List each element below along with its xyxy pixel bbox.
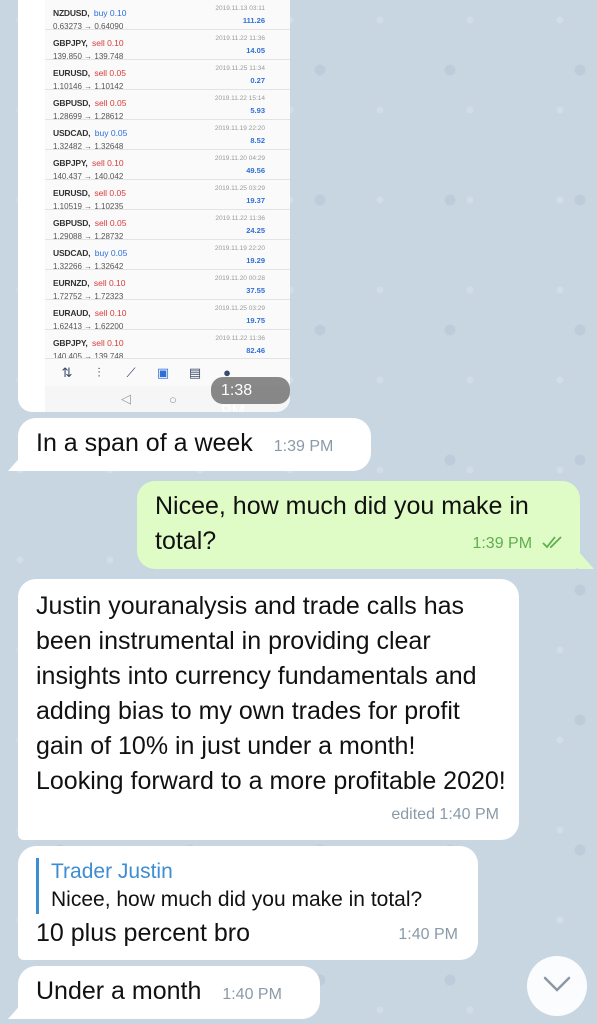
trade-side: sell 0.05 (94, 218, 127, 228)
trade-profit: 0.27 (250, 76, 265, 85)
news-icon: ▤ (188, 364, 202, 380)
trade-symbol: NZDUSD, (53, 8, 90, 18)
trade-side: sell 0.05 (94, 68, 126, 78)
trade-profit: 49.56 (246, 166, 265, 175)
trade-symbol: EURUSD, (53, 68, 90, 78)
trade-symbol: GBPJPY, (53, 38, 88, 48)
chart-icon: ⫶ (97, 364, 101, 380)
message-time: 1:40 PM (222, 986, 282, 1003)
scroll-down-button[interactable] (527, 956, 587, 1016)
trade-profit: 24.25 (246, 226, 265, 235)
trade-datetime: 2019.11.13 03:11 (215, 5, 265, 12)
incoming-message[interactable]: In a span of a week 1:39 PM (18, 418, 371, 471)
trade-row: GBPJPY, sell 0.10 140.405 → 139.748 2019.1… (45, 330, 290, 361)
trade-side: sell 0.10 (94, 308, 127, 318)
trade-symbol: USDCAD, (53, 128, 91, 138)
trade-profit: 5.93 (250, 106, 265, 115)
trade-side: sell 0.10 (91, 158, 124, 168)
trade-row: EURAUD, sell 0.10 1.62413 → 1.62200 2019.1… (45, 300, 290, 331)
trade-row: EURNZD, sell 0.10 1.72752 → 1.72323 2019.1… (45, 270, 290, 301)
trade-side: sell 0.05 (94, 188, 126, 198)
trade-icon: ⟋ (126, 364, 136, 380)
trade-datetime: 2019.11.25 11:34 (215, 65, 265, 72)
trade-datetime: 2019.11.20 04:29 (214, 155, 265, 162)
trade-row: GBPUSD, sell 0.05 1.28699 → 1.28612 2019.1… (45, 90, 290, 121)
trade-side: buy 0.10 (93, 8, 127, 18)
trade-side: sell 0.10 (93, 278, 126, 288)
message-text: Justin youranalysis and trade calls has … (36, 592, 506, 795)
trade-symbol: GBPUSD, (53, 98, 91, 108)
photo-timestamp: 1:38 PM (211, 377, 290, 412)
trade-row: GBPJPY, sell 0.10 139.850 → 139.748 2019.1… (45, 30, 290, 61)
incoming-message[interactable]: Justin youranalysis and trade calls has … (18, 579, 519, 840)
message-time: 1:39 PM (273, 438, 334, 455)
trade-datetime: 2019.11.22 11:36 (215, 215, 265, 222)
message-time: 1:39 PM (472, 535, 533, 552)
trade-symbol: GBPUSD, (53, 218, 91, 228)
trade-symbol: EURUSD, (53, 188, 90, 198)
trade-symbol: GBPJPY, (53, 158, 88, 168)
trade-row: USDCAD, buy 0.05 1.32266 → 1.32642 2019.11… (45, 240, 290, 271)
history-icon: ▣ (156, 364, 170, 380)
trade-symbol: EURAUD, (53, 308, 91, 318)
trade-profit: 82.46 (246, 346, 265, 355)
trade-symbol: GBPJPY, (53, 338, 88, 348)
trade-row: USDCAD, buy 0.05 1.32482 → 1.32648 2019.11… (45, 120, 290, 151)
trade-symbol: USDCAD, (53, 248, 91, 258)
trade-profit: 37.55 (246, 286, 265, 295)
message-text: Under a month (36, 977, 202, 1005)
trade-row: GBPJPY, sell 0.10 140.437 → 140.042 2019.1… (45, 150, 290, 181)
trade-row: EURUSD, sell 0.05 1.10519 → 1.10235 2019.1… (45, 180, 290, 211)
incoming-message[interactable]: Under a month 1:40 PM (18, 966, 320, 1019)
trade-row: EURUSD, sell 0.05 1.10146 → 1.10142 2019.1… (45, 60, 290, 91)
trade-profit: 19.75 (246, 316, 265, 325)
reply-quote[interactable]: Trader Justin Nicee, how much did you ma… (36, 858, 460, 914)
trade-datetime: 2019.11.19 22:20 (214, 245, 265, 252)
message-time: edited 1:40 PM (391, 806, 499, 823)
trade-datetime: 2019.11.19 22:20 (214, 125, 265, 132)
back-icon: ◁ (121, 391, 131, 406)
trade-row: NZDUSD, buy 0.10 0.63273 → 0.64090 2019.11… (45, 0, 290, 31)
trade-history-screenshot: NZDUSD, buy 0.10 0.63273 → 0.64090 2019.11… (45, 0, 290, 412)
quotes-icon: ⇅ (61, 364, 73, 380)
message-text: In a span of a week (36, 429, 253, 457)
reply-quoted-text: Nicee, how much did you make in total? (51, 888, 423, 911)
trade-profit: 19.29 (246, 256, 265, 265)
trade-datetime: 2019.11.25 03:29 (214, 185, 265, 192)
trade-row: GBPUSD, sell 0.05 1.29088 → 1.28732 2019.1… (45, 210, 290, 241)
trade-symbol: EURNZD, (53, 278, 90, 288)
home-icon: ○ (169, 391, 177, 407)
trade-side: sell 0.10 (91, 38, 124, 48)
trade-side: sell 0.10 (91, 338, 124, 348)
trade-profit: 111.26 (242, 16, 265, 25)
trade-profit: 19.37 (246, 196, 265, 205)
double-check-icon (542, 524, 564, 559)
trade-datetime: 2019.11.25 03:29 (214, 305, 265, 312)
trade-datetime: 2019.11.22 11:36 (215, 35, 265, 42)
trade-datetime: 2019.11.20 00:28 (214, 275, 265, 282)
trade-side: sell 0.05 (94, 98, 127, 108)
trade-datetime: 2019.11.22 15:14 (214, 95, 265, 102)
trade-profit: 8.52 (250, 136, 265, 145)
photo-message[interactable]: NZDUSD, buy 0.10 0.63273 → 0.64090 2019.11… (18, 0, 290, 412)
trade-profit: 14.05 (246, 46, 265, 55)
outgoing-message[interactable]: Nicee, how much did you make in total? 1… (137, 481, 580, 569)
trade-side: buy 0.05 (94, 128, 128, 138)
reply-author: Trader Justin (51, 860, 173, 883)
message-time: 1:40 PM (398, 926, 458, 943)
chevron-down-icon (542, 975, 572, 998)
trade-datetime: 2019.11.22 11:36 (215, 335, 265, 342)
trade-side: buy 0.05 (94, 248, 128, 258)
message-text: 10 plus percent bro (36, 919, 251, 947)
trade-list: NZDUSD, buy 0.10 0.63273 → 0.64090 2019.11… (45, 0, 290, 361)
reply-message[interactable]: Trader Justin Nicee, how much did you ma… (18, 846, 478, 960)
